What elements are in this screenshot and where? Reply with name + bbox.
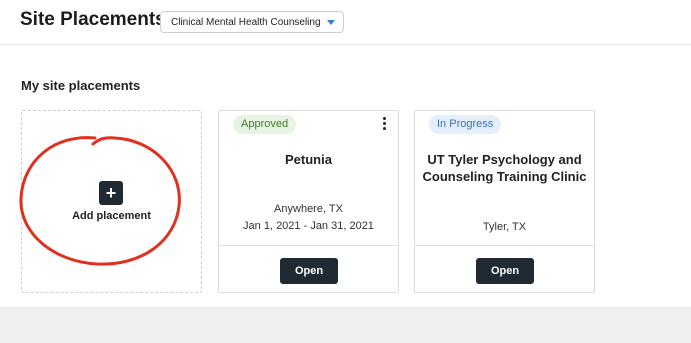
status-badge: Approved	[233, 115, 297, 134]
placement-dates: Jan 1, 2021 - Jan 31, 2021	[243, 220, 374, 232]
placement-name: UT Tyler Psychology and Counseling Train…	[422, 152, 587, 184]
placement-card: Approved Petunia Anywhere, TX Jan 1, 202…	[218, 110, 399, 293]
open-button[interactable]: Open	[476, 258, 534, 284]
bottom-band	[0, 307, 691, 343]
placement-location: Tyler, TX	[482, 221, 527, 233]
more-options-icon[interactable]	[382, 117, 388, 131]
open-button[interactable]: Open	[280, 258, 338, 284]
placement-name: Petunia	[285, 152, 332, 167]
add-placement-label[interactable]: Add placement	[22, 210, 201, 222]
program-select-value: Clinical Mental Health Counseling	[171, 17, 321, 28]
placement-location: Anywhere, TX	[274, 203, 343, 215]
placement-card: In Progress UT Tyler Psychology and Coun…	[414, 110, 595, 293]
card-footer: Open	[219, 245, 398, 294]
caret-down-icon	[327, 20, 335, 25]
section-heading: My site placements	[21, 78, 141, 93]
status-badge: In Progress	[429, 115, 502, 134]
program-select[interactable]: Clinical Mental Health Counseling	[160, 11, 344, 33]
card-footer: Open	[415, 245, 594, 294]
page-header: Site Placements Clinical Mental Health C…	[0, 0, 691, 45]
add-placement-card[interactable]: + Add placement	[21, 110, 202, 293]
plus-icon[interactable]: +	[99, 181, 123, 205]
page-title: Site Placements	[20, 9, 166, 30]
